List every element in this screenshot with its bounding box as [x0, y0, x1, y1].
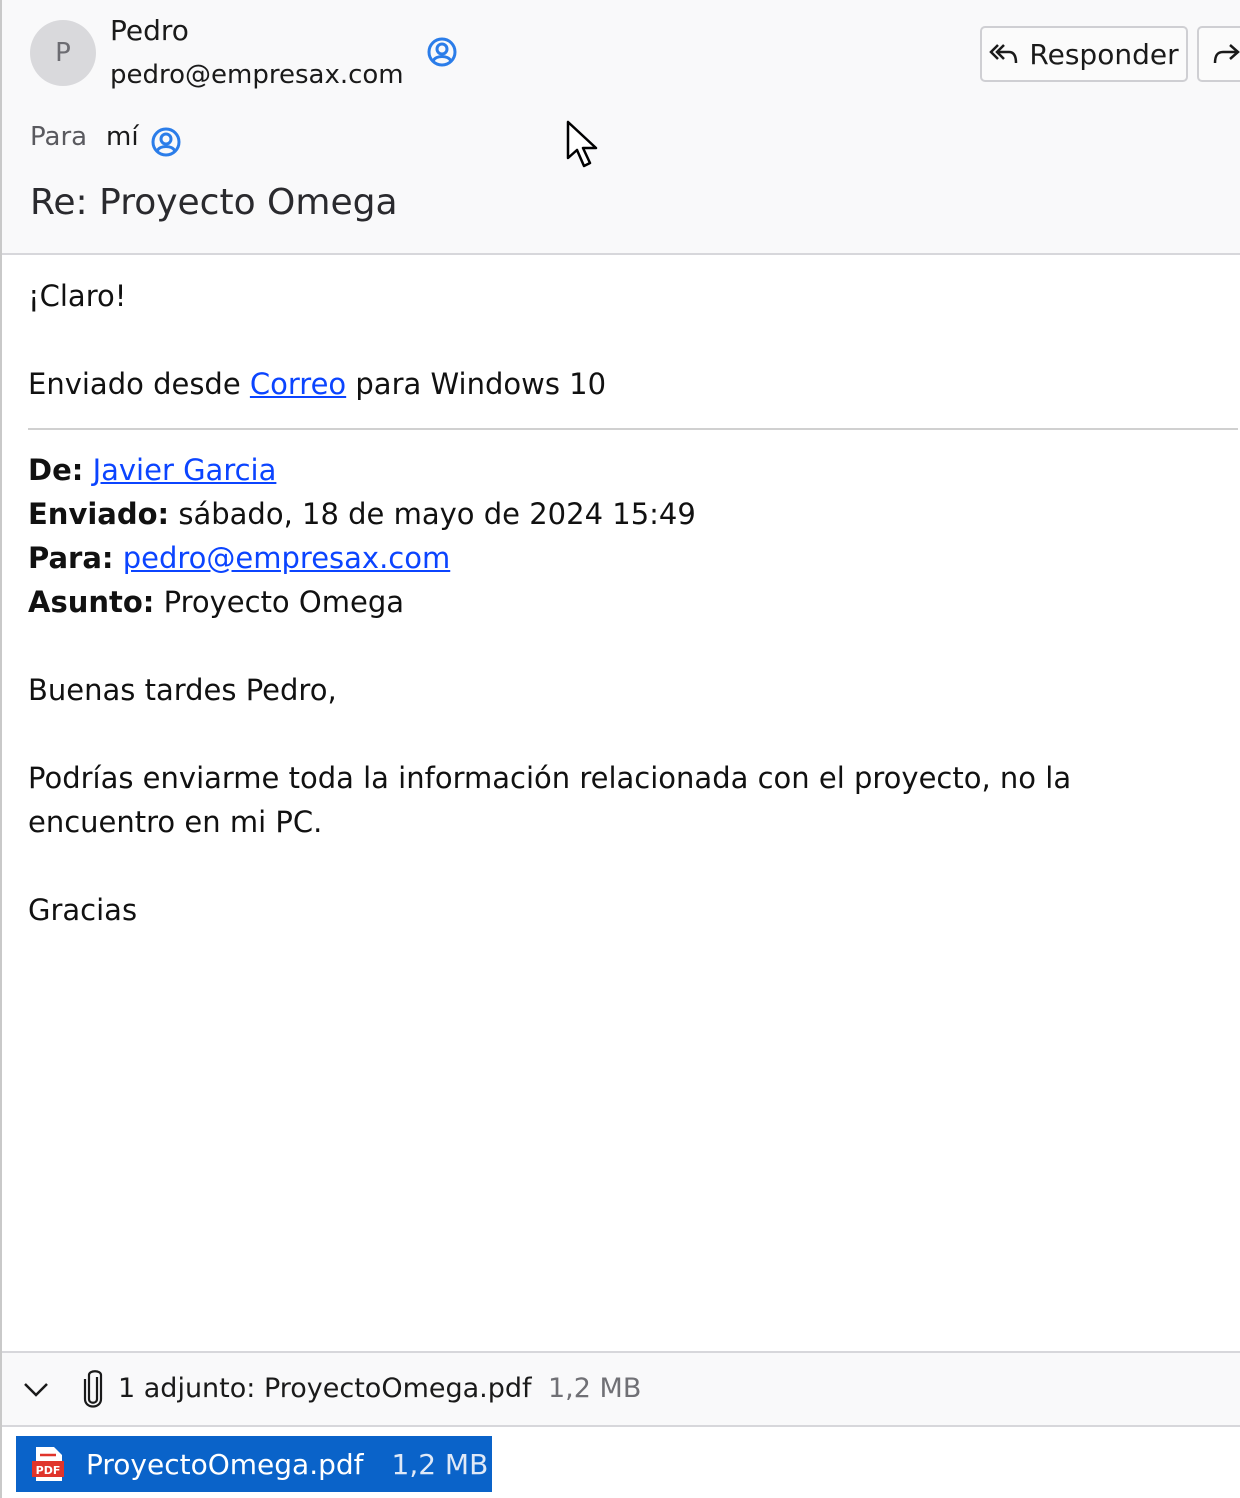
attachment-file-name: ProyectoOmega.pdf — [86, 1447, 364, 1481]
reply-button[interactable]: Responder — [980, 26, 1188, 82]
sender-avatar: P — [30, 20, 96, 86]
message-subject: Re: Proyecto Omega — [30, 182, 398, 223]
sender-name[interactable]: Pedro — [110, 14, 189, 47]
attachment-item[interactable]: PDF ProyectoOmega.pdf 1,2 MB — [16, 1436, 492, 1492]
message-view: P Pedro pedro@empresax.com Responder Par… — [0, 0, 1240, 1498]
chevron-down-icon[interactable] — [22, 1375, 50, 1403]
recipients-label: Para — [30, 122, 88, 152]
attachment-file-size: 1,2 MB — [391, 1447, 489, 1481]
quoted-from: De: Javier Garcia — [28, 453, 277, 487]
quoted-to: Para: pedro@empresax.com — [28, 541, 451, 575]
quote-divider — [28, 428, 1238, 430]
reply-text: ¡Claro! — [28, 279, 127, 313]
quoted-to-link[interactable]: pedro@empresax.com — [123, 541, 451, 575]
quoted-from-link[interactable]: Javier Garcia — [93, 453, 277, 487]
quoted-sent: Enviado: sábado, 18 de mayo de 2024 15:4… — [28, 497, 696, 531]
quoted-subject: Asunto: Proyecto Omega — [28, 585, 404, 619]
sender-email[interactable]: pedro@empresax.com — [110, 60, 404, 90]
svg-text:PDF: PDF — [36, 1464, 61, 1477]
greeting: Buenas tardes Pedro, — [28, 673, 337, 707]
paperclip-icon — [83, 1370, 103, 1408]
reply-icon — [989, 44, 1018, 64]
message-header: P Pedro pedro@empresax.com Responder Par… — [2, 0, 1240, 255]
message-paragraph-line-1: Podrías enviarme toda la información rel… — [28, 761, 1072, 795]
mouse-cursor-icon — [566, 120, 598, 168]
message-paragraph-line-2: encuentro en mi PC. — [28, 805, 323, 839]
reply-button-label: Responder — [1029, 37, 1179, 71]
attachment-summary-size: 1,2 MB — [548, 1373, 642, 1404]
recipient-me[interactable]: mí — [106, 122, 139, 152]
forward-icon — [1213, 44, 1240, 64]
pdf-icon: PDF — [32, 1447, 64, 1481]
correo-link[interactable]: Correo — [250, 367, 346, 401]
signature-line: Enviado desde Correo para Windows 10 — [28, 367, 607, 401]
contact-icon[interactable] — [150, 126, 182, 158]
message-body: ¡Claro! Enviado desde Correo para Window… — [28, 274, 1238, 932]
add-contact-icon[interactable] — [426, 36, 458, 68]
attachment-bar: 1 adjunto: ProyectoOmega.pdf 1,2 MB — [2, 1351, 1240, 1427]
closing: Gracias — [28, 893, 138, 927]
attachment-summary[interactable]: 1 adjunto: ProyectoOmega.pdf — [118, 1373, 532, 1404]
forward-button[interactable] — [1197, 26, 1240, 82]
